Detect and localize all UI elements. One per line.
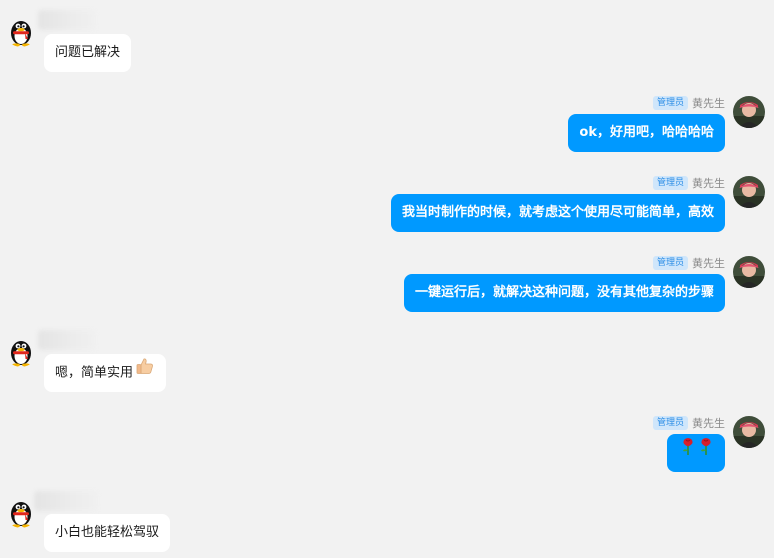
- sender-header: 管理员 黄先生: [652, 175, 725, 191]
- sender-name: 黄先生: [692, 257, 725, 270]
- user-photo-avatar[interactable]: [733, 176, 765, 208]
- thumbs-up-icon: [135, 354, 155, 392]
- qq-penguin-icon[interactable]: [5, 496, 37, 528]
- message-text: 一键运行后，就解决这种问题，没有其他复杂的步骤: [414, 285, 714, 300]
- message-text: 问题已解决: [55, 45, 121, 60]
- rose-icon: [680, 434, 696, 472]
- admin-badge: 管理员: [652, 96, 688, 110]
- sender-header: 管理员 黄先生: [652, 95, 725, 111]
- message-bubble-outgoing[interactable]: 一键运行后，就解决这种问题，没有其他复杂的步骤: [403, 274, 725, 312]
- chat-message-list: 问题已解决 管理员 黄先生 ok，好用吧，哈哈哈哈 管理员 黄先生 我当时制作的…: [0, 0, 774, 558]
- admin-badge: 管理员: [652, 416, 688, 430]
- user-photo-avatar[interactable]: [733, 256, 765, 288]
- message-bubble-outgoing[interactable]: ok，好用吧，哈哈哈哈: [568, 114, 725, 152]
- message-text: ok，好用吧，哈哈哈哈: [579, 125, 714, 140]
- user-photo-avatar[interactable]: [733, 96, 765, 128]
- sender-header: 管理员 黄先生: [652, 415, 725, 431]
- admin-badge: 管理员: [652, 256, 688, 270]
- qq-penguin-icon[interactable]: [5, 15, 37, 47]
- sender-name: 黄先生: [692, 97, 725, 110]
- message-bubble-outgoing[interactable]: [667, 434, 725, 472]
- admin-badge: 管理员: [652, 176, 688, 190]
- sender-name-blurred: [34, 491, 98, 511]
- sender-name-blurred: [38, 10, 96, 30]
- sender-header: 管理员 黄先生: [652, 255, 725, 271]
- qq-penguin-icon[interactable]: [5, 335, 37, 367]
- message-text: 小白也能轻松驾驭: [55, 525, 160, 540]
- message-text: 我当时制作的时候，就考虑这个使用尽可能简单，高效: [401, 205, 714, 220]
- user-photo-avatar[interactable]: [733, 416, 765, 448]
- message-text: 嗯，简单实用: [55, 365, 134, 381]
- sender-name: 黄先生: [692, 417, 725, 430]
- message-bubble-incoming[interactable]: 嗯，简单实用: [44, 354, 167, 392]
- message-bubble-outgoing[interactable]: 我当时制作的时候，就考虑这个使用尽可能简单，高效: [390, 194, 725, 232]
- sender-name: 黄先生: [692, 177, 725, 190]
- message-bubble-incoming[interactable]: 小白也能轻松驾驭: [44, 514, 171, 552]
- message-bubble-incoming[interactable]: 问题已解决: [44, 34, 132, 72]
- rose-icon: [698, 434, 714, 472]
- sender-name-blurred: [38, 330, 96, 350]
